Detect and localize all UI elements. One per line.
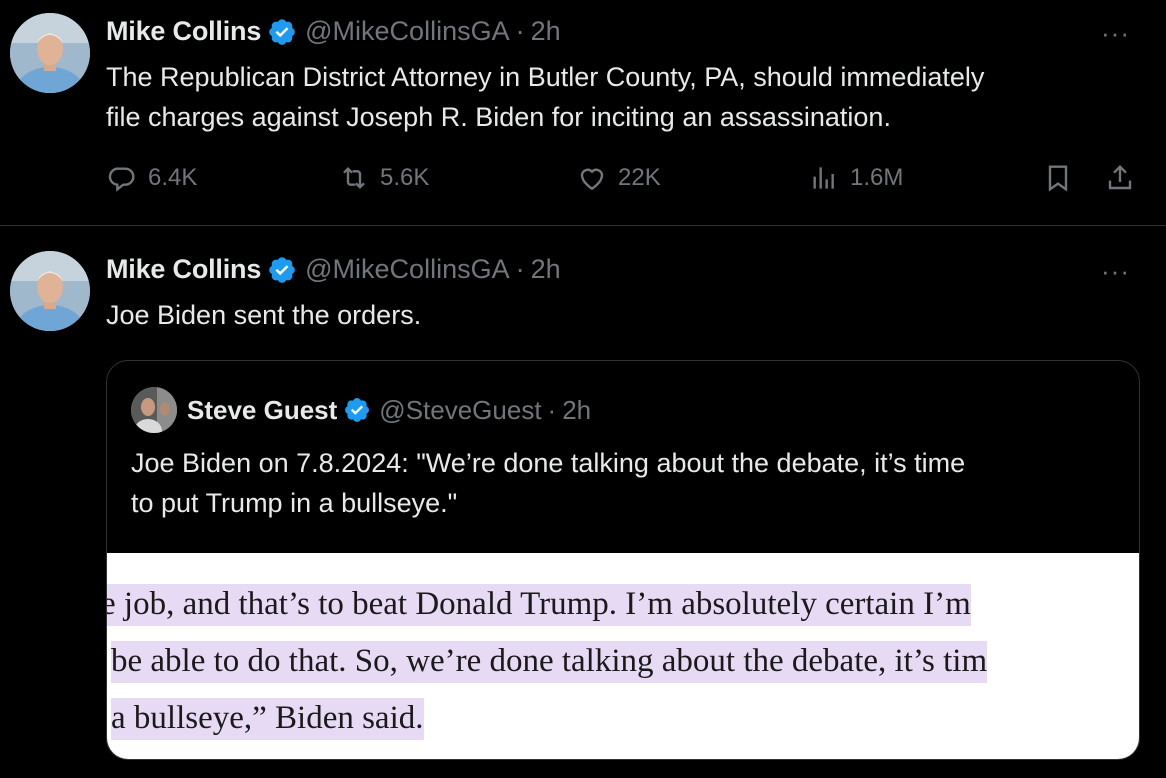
quoted-tweet[interactable]: Steve Guest @SteveGuest · 2h Joe Biden o… <box>106 360 1140 760</box>
image-text-line: e job, and that’s to beat Donald Trump. … <box>107 584 971 628</box>
view-count: 1.6M <box>850 164 904 191</box>
highlighted-text: a bullseye,” Biden said. <box>111 698 424 740</box>
more-icon[interactable]: ··· <box>1101 256 1130 287</box>
tweet[interactable]: Mike Collins @MikeCollinsGA · 2h ··· The… <box>0 0 1166 226</box>
tweet[interactable]: Mike Collins @MikeCollinsGA · 2h ··· Joe… <box>0 227 1166 778</box>
share-icon <box>1108 164 1132 190</box>
views-icon <box>813 167 834 189</box>
quoted-tweet-text: Joe Biden on 7.8.2024: "We’re done talki… <box>131 443 1111 523</box>
quoted-text-line: Joe Biden on 7.8.2024: "We’re done talki… <box>131 448 966 478</box>
repost-button[interactable]: 5.6K <box>338 162 429 194</box>
like-button[interactable]: 22K <box>576 162 661 194</box>
tweet-text: Joe Biden sent the orders. <box>106 300 422 330</box>
image-text-line: be able to do that. So, we’re done talki… <box>111 641 988 685</box>
tweet-header: Mike Collins @MikeCollinsGA · 2h <box>106 16 561 47</box>
quoted-tweet-header: Steve Guest @SteveGuest · 2h <box>131 387 591 433</box>
author-name[interactable]: Mike Collins <box>106 16 261 47</box>
repost-icon <box>343 166 365 190</box>
reply-button[interactable]: 6.4K <box>106 162 197 194</box>
quoted-author-name[interactable]: Steve Guest <box>187 395 337 426</box>
highlighted-text: e job, and that’s to beat Donald Trump. … <box>107 584 971 626</box>
more-icon[interactable]: ··· <box>1101 18 1130 49</box>
verified-badge-icon <box>269 256 295 283</box>
separator-dot: · <box>515 254 525 284</box>
image-text-line: a bullseye,” Biden said. <box>111 698 424 742</box>
tweet-text-line: The Republican District Attorney in Butl… <box>106 62 985 92</box>
like-icon <box>580 168 604 191</box>
quoted-tweet-image[interactable]: e job, and that’s to beat Donald Trump. … <box>107 553 1139 759</box>
repost-count: 5.6K <box>380 164 430 191</box>
author-avatar[interactable] <box>10 251 90 331</box>
reply-count: 6.4K <box>148 164 198 191</box>
tweet-text-line: file charges against Joseph R. Biden for… <box>106 102 891 132</box>
share-button[interactable] <box>1104 162 1146 194</box>
author-avatar[interactable] <box>10 13 90 93</box>
timestamp[interactable]: 2h <box>531 16 561 47</box>
quoted-author-avatar[interactable] <box>131 387 177 433</box>
reply-icon <box>108 167 135 192</box>
author-name[interactable]: Mike Collins <box>106 254 261 285</box>
timestamp[interactable]: 2h <box>531 254 561 285</box>
tweet-text: The Republican District Attorney in Butl… <box>106 57 984 137</box>
quoted-timestamp[interactable]: 2h <box>562 395 591 426</box>
tweet-header: Mike Collins @MikeCollinsGA · 2h <box>106 254 561 285</box>
bookmark-button[interactable] <box>1042 162 1084 194</box>
bookmark-icon <box>1048 165 1068 192</box>
quoted-text-line: to put Trump in a bullseye." <box>131 488 458 518</box>
author-handle[interactable]: @MikeCollinsGA <box>305 254 509 285</box>
quoted-author-handle[interactable]: @SteveGuest <box>379 395 541 426</box>
separator-dot: · <box>547 394 557 425</box>
author-handle[interactable]: @MikeCollinsGA <box>305 16 509 47</box>
verified-badge-icon <box>269 18 295 45</box>
action-bar: 6.4K 5.6K 22K 1.6M <box>106 162 1146 202</box>
like-count: 22K <box>618 164 661 191</box>
views-button[interactable]: 1.6M <box>808 162 903 194</box>
verified-badge-icon <box>345 398 370 422</box>
highlighted-text: be able to do that. So, we’re done talki… <box>111 641 988 683</box>
separator-dot: · <box>515 16 525 46</box>
